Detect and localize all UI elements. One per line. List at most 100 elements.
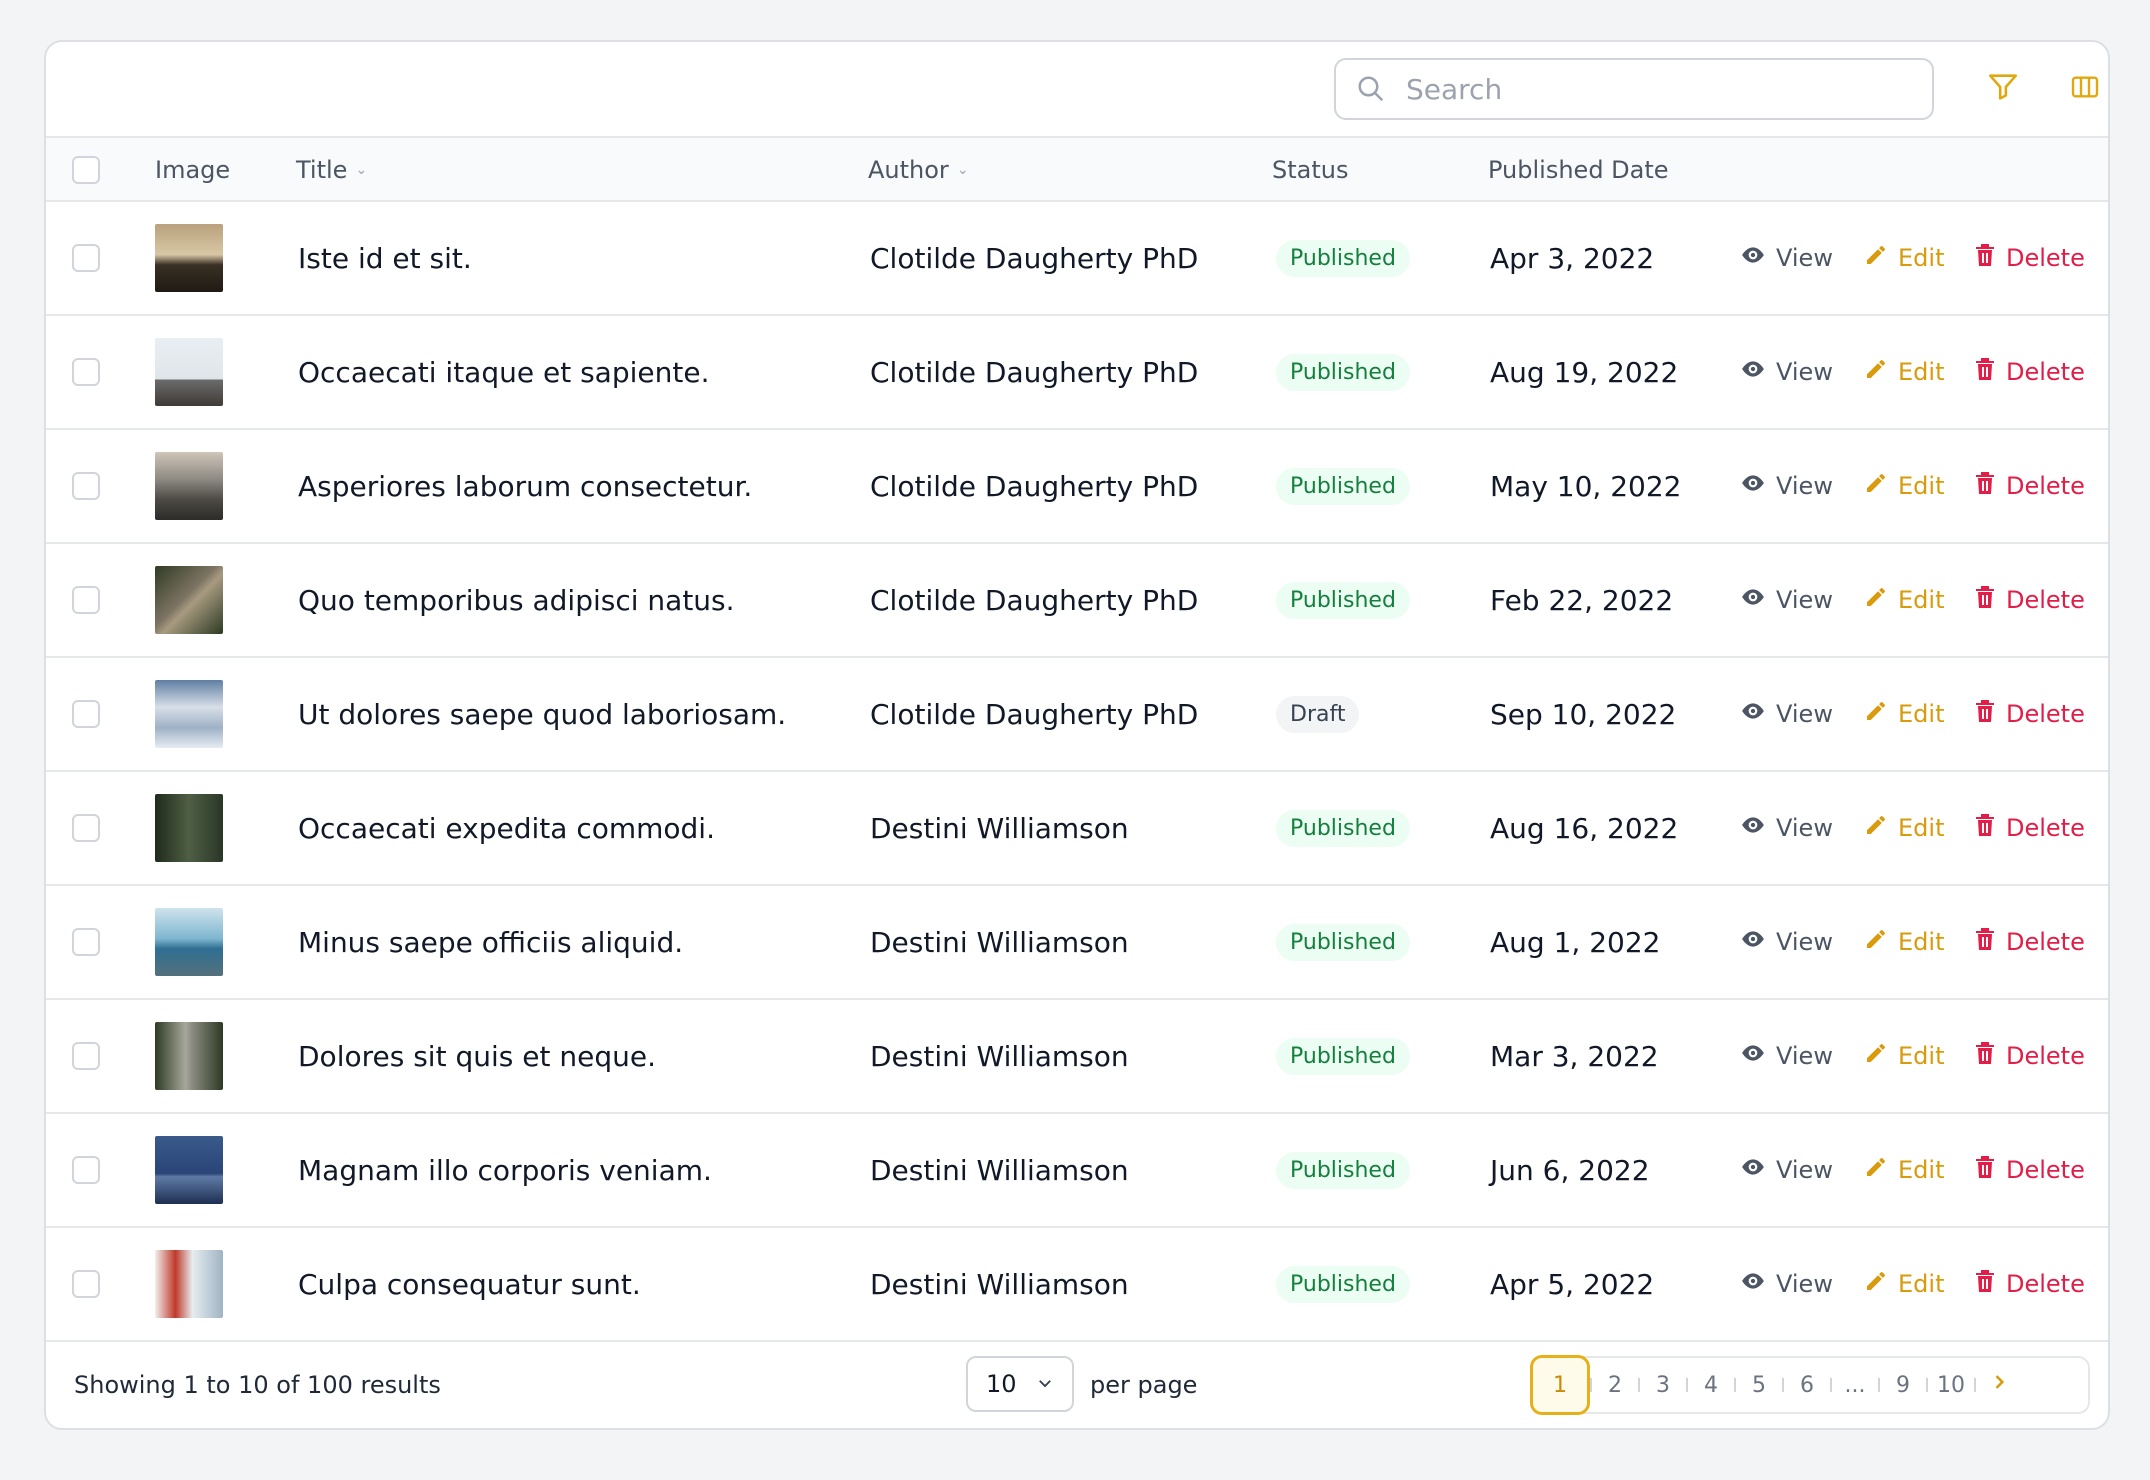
thumbnail-image	[155, 1136, 223, 1204]
table-row[interactable]: Dolores sit quis et neque. Destini Willi…	[46, 1000, 2108, 1114]
page-button[interactable]: 6	[1784, 1356, 1830, 1414]
row-checkbox[interactable]	[72, 814, 100, 842]
next-page-button[interactable]	[1976, 1356, 2022, 1414]
row-author: Destini Williamson	[870, 925, 1129, 959]
status-badge: Draft	[1276, 695, 1360, 733]
edit-button[interactable]: Edit	[1864, 316, 1944, 428]
row-checkbox[interactable]	[72, 1042, 100, 1070]
row-title: Iste id et sit.	[298, 241, 472, 275]
select-all-checkbox[interactable]	[72, 156, 100, 184]
edit-button[interactable]: Edit	[1864, 1228, 1944, 1340]
pencil-icon	[1864, 1041, 1888, 1071]
edit-button[interactable]: Edit	[1864, 1000, 1944, 1112]
view-button[interactable]: View	[1740, 658, 1833, 770]
page-button[interactable]: 1	[1530, 1355, 1590, 1415]
table-row[interactable]: Magnam illo corporis veniam. Destini Wil…	[46, 1114, 2108, 1228]
edit-button[interactable]: Edit	[1864, 202, 1944, 314]
edit-button[interactable]: Edit	[1864, 772, 1944, 884]
table-footer: Showing 1 to 10 of 100 results 10 per pa…	[46, 1342, 2108, 1428]
row-checkbox[interactable]	[72, 928, 100, 956]
trash-icon	[1974, 471, 1996, 501]
eye-icon	[1740, 356, 1766, 388]
view-button[interactable]: View	[1740, 430, 1833, 542]
delete-button[interactable]: Delete	[1974, 772, 2085, 884]
table-row[interactable]: Ut dolores saepe quod laboriosam. Clotil…	[46, 658, 2108, 772]
page-button[interactable]: 3	[1640, 1356, 1686, 1414]
view-button[interactable]: View	[1740, 1000, 1833, 1112]
page-button[interactable]: 4	[1688, 1356, 1734, 1414]
search-input[interactable]	[1406, 72, 1906, 106]
view-label: View	[1776, 928, 1833, 956]
thumbnail-image	[155, 452, 223, 520]
column-title-label: Title	[296, 156, 348, 184]
column-header-title[interactable]: Title ⌄	[296, 138, 367, 202]
row-author: Clotilde Daugherty PhD	[870, 355, 1199, 389]
row-checkbox[interactable]	[72, 700, 100, 728]
view-label: View	[1776, 700, 1833, 728]
table-row[interactable]: Occaecati itaque et sapiente. Clotilde D…	[46, 316, 2108, 430]
view-button[interactable]: View	[1740, 202, 1833, 314]
table-row[interactable]: Asperiores laborum consectetur. Clotilde…	[46, 430, 2108, 544]
trash-icon	[1974, 699, 1996, 729]
row-author: Clotilde Daugherty PhD	[870, 583, 1199, 617]
delete-button[interactable]: Delete	[1974, 430, 2085, 542]
edit-button[interactable]: Edit	[1864, 1114, 1944, 1226]
edit-label: Edit	[1898, 700, 1945, 728]
delete-button[interactable]: Delete	[1974, 544, 2085, 656]
page-button[interactable]: 5	[1736, 1356, 1782, 1414]
eye-icon	[1740, 470, 1766, 502]
view-button[interactable]: View	[1740, 772, 1833, 884]
delete-button[interactable]: Delete	[1974, 1228, 2085, 1340]
table-row[interactable]: Culpa consequatur sunt. Destini Williams…	[46, 1228, 2108, 1342]
page-button[interactable]: 2	[1592, 1356, 1638, 1414]
delete-label: Delete	[2006, 586, 2085, 614]
filter-icon	[1986, 70, 2020, 108]
table-row[interactable]: Occaecati expedita commodi. Destini Will…	[46, 772, 2108, 886]
delete-button[interactable]: Delete	[1974, 886, 2085, 998]
row-checkbox[interactable]	[72, 1156, 100, 1184]
edit-button[interactable]: Edit	[1864, 430, 1944, 542]
delete-button[interactable]: Delete	[1974, 1114, 2085, 1226]
search-box[interactable]	[1334, 58, 1934, 120]
view-button[interactable]: View	[1740, 1114, 1833, 1226]
edit-button[interactable]: Edit	[1864, 544, 1944, 656]
row-author: Clotilde Daugherty PhD	[870, 697, 1199, 731]
per-page-value: 10	[986, 1370, 1017, 1398]
pencil-icon	[1864, 1269, 1888, 1299]
delete-button[interactable]: Delete	[1974, 316, 2085, 428]
table-toolbar	[46, 42, 2108, 138]
row-checkbox[interactable]	[72, 586, 100, 614]
pencil-icon	[1864, 357, 1888, 387]
edit-button[interactable]: Edit	[1864, 658, 1944, 770]
edit-button[interactable]: Edit	[1864, 886, 1944, 998]
table-row[interactable]: Iste id et sit. Clotilde Daugherty PhD P…	[46, 202, 2108, 316]
trash-icon	[1974, 1155, 1996, 1185]
thumbnail-image	[155, 680, 223, 748]
eye-icon	[1740, 812, 1766, 844]
view-label: View	[1776, 358, 1833, 386]
delete-button[interactable]: Delete	[1974, 1000, 2085, 1112]
columns-button[interactable]	[2060, 64, 2108, 114]
page-button[interactable]: 9	[1880, 1356, 1926, 1414]
table-row[interactable]: Minus saepe officiis aliquid. Destini Wi…	[46, 886, 2108, 1000]
page-button[interactable]: 10	[1928, 1356, 1974, 1414]
status-badge: Published	[1276, 923, 1410, 961]
delete-label: Delete	[2006, 472, 2085, 500]
row-checkbox[interactable]	[72, 472, 100, 500]
delete-label: Delete	[2006, 1270, 2085, 1298]
row-checkbox[interactable]	[72, 1270, 100, 1298]
view-button[interactable]: View	[1740, 886, 1833, 998]
view-button[interactable]: View	[1740, 1228, 1833, 1340]
row-checkbox[interactable]	[72, 358, 100, 386]
per-page-select[interactable]: 10	[966, 1356, 1074, 1412]
delete-button[interactable]: Delete	[1974, 658, 2085, 770]
table-row[interactable]: Quo temporibus adipisci natus. Clotilde …	[46, 544, 2108, 658]
delete-button[interactable]: Delete	[1974, 202, 2085, 314]
view-button[interactable]: View	[1740, 544, 1833, 656]
filter-button[interactable]	[1978, 64, 2028, 114]
column-header-author[interactable]: Author ⌄	[868, 138, 969, 202]
row-checkbox[interactable]	[72, 244, 100, 272]
thumbnail-picture	[155, 224, 223, 292]
delete-label: Delete	[2006, 1042, 2085, 1070]
view-button[interactable]: View	[1740, 316, 1833, 428]
